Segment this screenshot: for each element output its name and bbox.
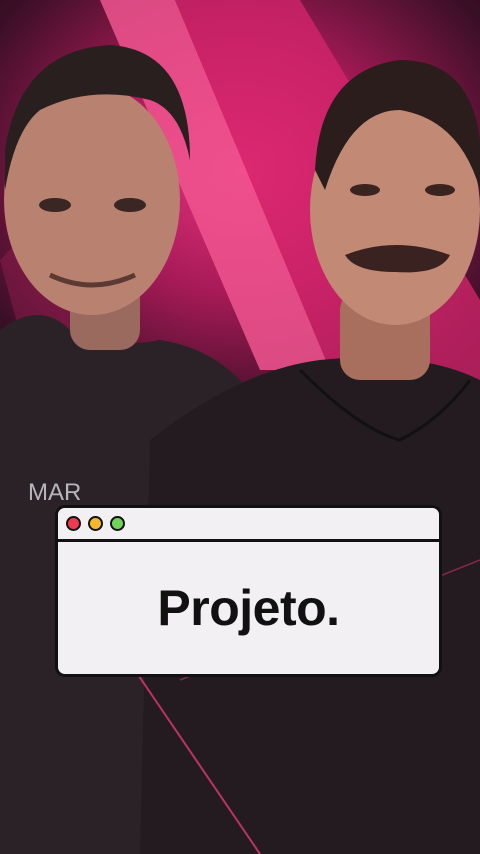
- minimize-button[interactable]: [88, 516, 103, 531]
- caption-text: Projeto.: [157, 580, 340, 636]
- window-titlebar: [58, 508, 439, 542]
- window-popup: Projeto.: [55, 505, 442, 677]
- window-content: Projeto.: [58, 542, 439, 674]
- maximize-button[interactable]: [110, 516, 125, 531]
- close-button[interactable]: [66, 516, 81, 531]
- background-scene: MAR: [0, 0, 480, 854]
- shirt-logo: MAR: [28, 479, 81, 506]
- video-background: MAR: [0, 0, 480, 854]
